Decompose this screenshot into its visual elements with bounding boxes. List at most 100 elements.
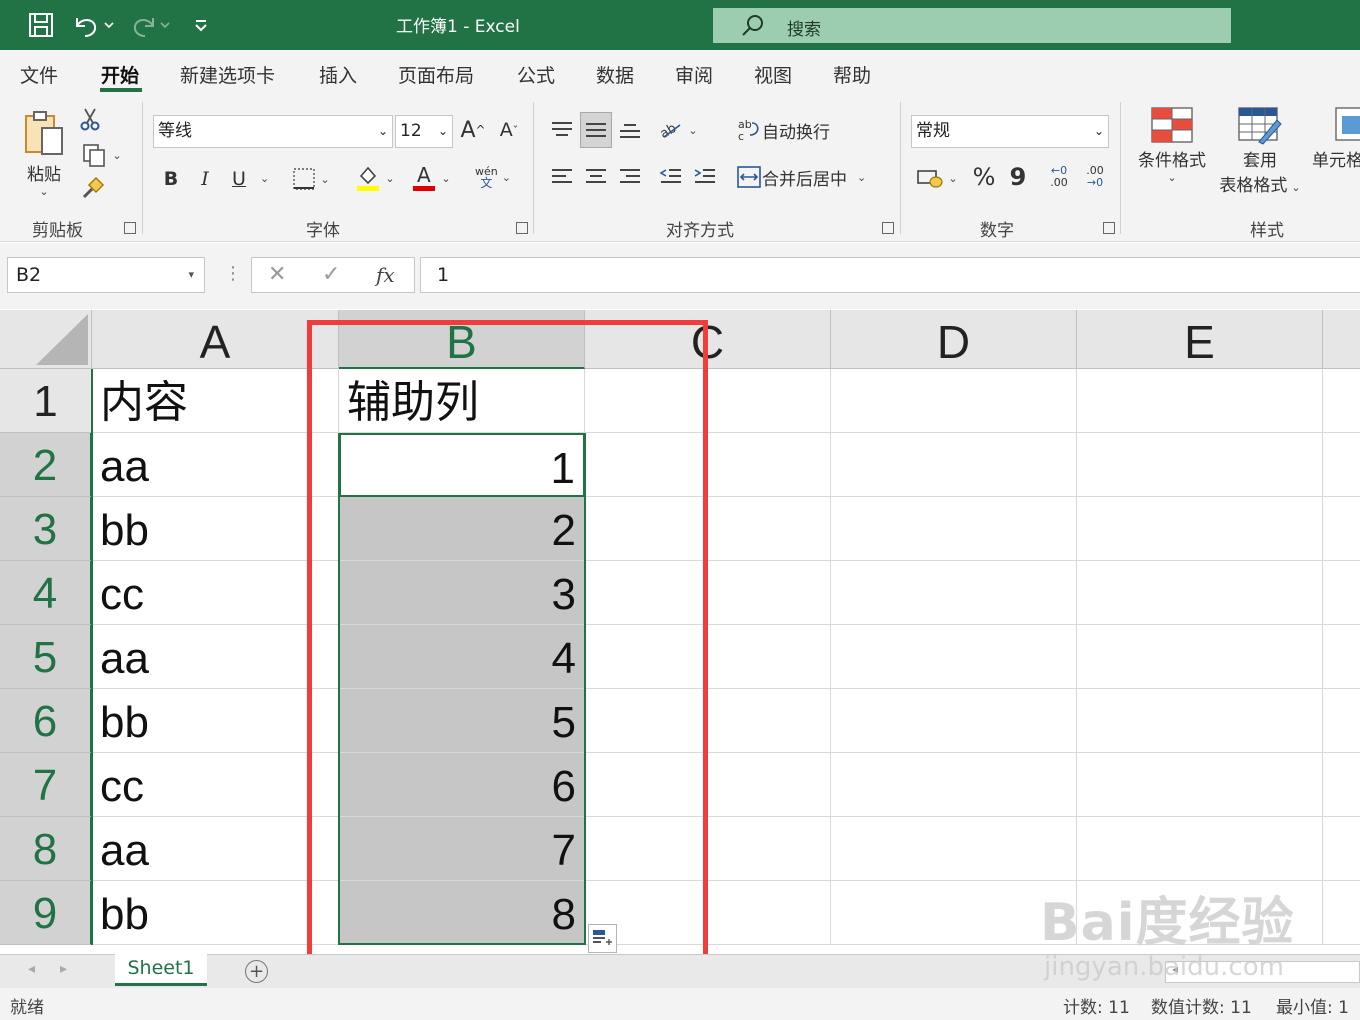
cell-f6[interactable] <box>1323 689 1360 753</box>
italic-button[interactable]: I <box>192 164 218 194</box>
select-all-corner[interactable] <box>0 310 92 369</box>
tab-view[interactable]: 视图 <box>754 61 792 88</box>
cell-e6[interactable] <box>1077 689 1323 753</box>
font-size-dropdown[interactable]: 12 ⌄ <box>395 115 453 148</box>
row-header[interactable]: 3 <box>0 497 92 561</box>
cell-f7[interactable] <box>1323 753 1360 817</box>
underline-button[interactable]: U <box>226 164 252 194</box>
align-bottom-icon[interactable] <box>614 112 646 148</box>
row-header[interactable]: 7 <box>0 753 92 817</box>
row-header[interactable]: 2 <box>0 433 92 497</box>
cell-d8[interactable] <box>831 817 1077 881</box>
cell-e5[interactable] <box>1077 625 1323 689</box>
align-middle-icon[interactable] <box>580 112 612 148</box>
column-header-e[interactable]: E <box>1077 310 1323 369</box>
number-launcher-icon[interactable] <box>1103 222 1115 234</box>
cell-d7[interactable] <box>831 753 1077 817</box>
shrink-font-button[interactable]: Aˇ <box>494 114 524 146</box>
save-icon[interactable] <box>26 10 56 40</box>
undo-icon[interactable] <box>70 10 116 40</box>
font-launcher-icon[interactable] <box>516 222 528 234</box>
column-header-a[interactable]: A <box>92 310 339 369</box>
cell-d1[interactable] <box>831 369 1077 433</box>
align-left-icon[interactable] <box>546 160 578 194</box>
tab-data[interactable]: 数据 <box>596 61 634 88</box>
name-box[interactable]: B2 ▾ <box>7 257 205 293</box>
search-box[interactable]: 搜索 <box>713 8 1231 43</box>
cut-icon[interactable] <box>78 106 102 132</box>
enter-icon[interactable]: ✓ <box>322 262 340 287</box>
row-header[interactable]: 9 <box>0 881 92 945</box>
cell-a5[interactable]: aa <box>92 625 339 689</box>
decrease-decimal-button[interactable]: .00 →0 <box>1078 160 1112 194</box>
alignment-launcher-icon[interactable] <box>882 222 894 234</box>
tab-help[interactable]: 帮助 <box>833 61 871 88</box>
fill-color-button[interactable]: ⌄ <box>350 162 400 194</box>
tab-page-layout[interactable]: 页面布局 <box>398 61 474 88</box>
decrease-indent-icon[interactable] <box>656 160 686 194</box>
tab-review[interactable]: 审阅 <box>675 61 713 88</box>
cell-f5[interactable] <box>1323 625 1360 689</box>
cell-e4[interactable] <box>1077 561 1323 625</box>
format-as-table-button[interactable]: 套用 表格格式 ⌄ <box>1214 106 1306 206</box>
cell-a2[interactable]: aa <box>92 433 339 497</box>
row-header[interactable]: 1 <box>0 369 92 433</box>
row-header[interactable]: 5 <box>0 625 92 689</box>
formula-bar-grip-icon[interactable]: ⋮ <box>224 263 242 284</box>
cell-f2[interactable] <box>1323 433 1360 497</box>
cell-styles-button[interactable]: 单元格 <box>1308 106 1360 206</box>
cell-d3[interactable] <box>831 497 1077 561</box>
conditional-formatting-button[interactable]: 条件格式 ⌄ <box>1132 106 1212 206</box>
row-header[interactable]: 4 <box>0 561 92 625</box>
tab-formulas[interactable]: 公式 <box>517 61 555 88</box>
row-header[interactable]: 6 <box>0 689 92 753</box>
tab-insert[interactable]: 插入 <box>319 61 357 88</box>
insert-function-icon[interactable]: fx <box>376 263 395 287</box>
increase-decimal-button[interactable]: ←0.00 <box>1042 160 1076 194</box>
copy-icon[interactable]: ⌄ <box>78 142 126 168</box>
cell-a7[interactable]: cc <box>92 753 339 817</box>
clipboard-launcher-icon[interactable] <box>124 222 136 234</box>
wrap-text-button[interactable]: ab c 自动换行 <box>736 112 866 148</box>
cell-a1[interactable]: 内容 <box>92 369 339 433</box>
bold-button[interactable]: B <box>158 164 184 194</box>
tab-home[interactable]: 开始 <box>101 61 139 88</box>
customize-qat-icon[interactable] <box>186 10 216 40</box>
increase-indent-icon[interactable] <box>690 160 720 194</box>
cell-e2[interactable] <box>1077 433 1323 497</box>
tab-new[interactable]: 新建选项卡 <box>180 61 275 88</box>
column-header-d[interactable]: D <box>831 310 1077 369</box>
cell-f1[interactable] <box>1323 369 1360 433</box>
cancel-icon[interactable]: ✕ <box>268 262 286 287</box>
comma-button[interactable]: 9 <box>1004 160 1032 194</box>
chevron-down-icon[interactable]: ⌄ <box>260 172 269 185</box>
redo-icon[interactable] <box>128 10 174 40</box>
merge-center-button[interactable]: 合并后居中 ⌄ <box>736 160 886 194</box>
percent-button[interactable]: % <box>968 160 1000 194</box>
sheet-prev-icon[interactable]: ◂ <box>28 961 35 977</box>
cell-d4[interactable] <box>831 561 1077 625</box>
tab-file[interactable]: 文件 <box>20 61 58 88</box>
cell-f9[interactable] <box>1323 881 1360 945</box>
row-header[interactable]: 8 <box>0 817 92 881</box>
align-center-icon[interactable] <box>580 160 612 194</box>
font-color-button[interactable]: A ⌄ <box>406 162 456 194</box>
format-painter-icon[interactable] <box>78 176 106 202</box>
sheet-next-icon[interactable]: ▸ <box>60 961 67 977</box>
cell-a6[interactable]: bb <box>92 689 339 753</box>
cell-f4[interactable] <box>1323 561 1360 625</box>
sheet-tab-sheet1[interactable]: Sheet1 <box>115 954 207 986</box>
font-name-dropdown[interactable]: 等线 ⌄ <box>153 115 393 148</box>
grow-font-button[interactable]: A ^ <box>458 114 488 146</box>
accounting-format-button[interactable]: ⌄ <box>912 162 962 194</box>
cell-f8[interactable] <box>1323 817 1360 881</box>
cell-e7[interactable] <box>1077 753 1323 817</box>
add-sheet-icon[interactable]: + <box>245 960 268 983</box>
cell-a8[interactable]: aa <box>92 817 339 881</box>
column-header-f[interactable] <box>1323 310 1360 369</box>
align-top-icon[interactable] <box>546 112 578 148</box>
cell-e1[interactable] <box>1077 369 1323 433</box>
phonetic-button[interactable]: wén 文 ⌄ <box>468 160 518 194</box>
cell-e3[interactable] <box>1077 497 1323 561</box>
paste-button[interactable]: 粘贴 ⌄ <box>18 104 70 204</box>
